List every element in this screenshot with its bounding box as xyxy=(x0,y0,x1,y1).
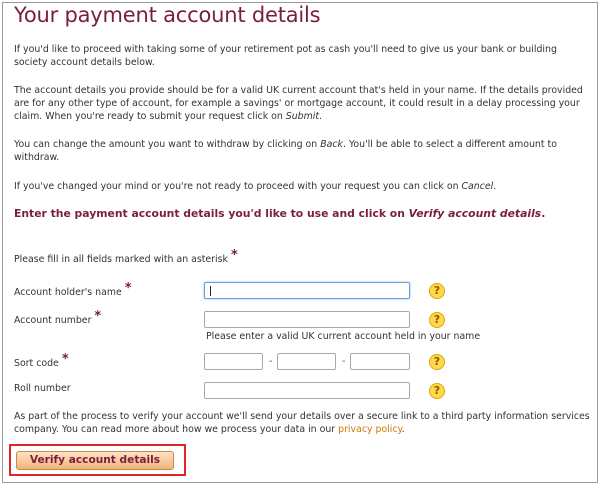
required-note-text: Please fill in all fields marked with an… xyxy=(14,254,228,265)
instruction-heading: Enter the payment account details you'd … xyxy=(14,207,545,220)
account-holder-input[interactable] xyxy=(204,282,410,299)
account-number-hint: Please enter a valid UK current account … xyxy=(206,331,481,342)
change-amount-text: You can change the amount you want to wi… xyxy=(14,138,592,164)
page-title: Your payment account details xyxy=(14,3,321,27)
submit-keyword: Submit xyxy=(285,111,320,122)
change-amount-content: You can change the amount you want to wi… xyxy=(14,139,321,150)
sort-code-input-3[interactable] xyxy=(350,353,410,370)
sort-code-input-1[interactable] xyxy=(204,353,263,370)
account-info-end: . xyxy=(319,111,323,122)
roll-number-input[interactable] xyxy=(204,382,410,399)
sort-code-separator: - xyxy=(269,356,273,367)
privacy-policy-link[interactable]: privacy policy xyxy=(338,424,402,435)
roll-number-help-icon[interactable]: ? xyxy=(429,383,445,399)
text-caret xyxy=(210,286,211,296)
asterisk-icon: * xyxy=(124,281,132,296)
sort-code-label: Sort code * xyxy=(14,352,69,370)
account-info-text: The account details you provide should b… xyxy=(14,84,592,123)
changed-mind-content: If you've changed your mind or you're no… xyxy=(14,181,462,192)
sort-code-input-2[interactable] xyxy=(277,353,336,370)
sort-code-separator: - xyxy=(342,356,346,367)
required-fields-note: Please fill in all fields marked with an… xyxy=(14,248,238,266)
privacy-text-content: As part of the process to verify your ac… xyxy=(14,411,590,435)
privacy-text: As part of the process to verify your ac… xyxy=(14,410,592,436)
intro-text: If you'd like to proceed with taking som… xyxy=(14,43,592,69)
asterisk-icon: * xyxy=(61,352,69,367)
verify-account-details-button[interactable]: Verify account details xyxy=(16,451,174,470)
changed-mind-end: . xyxy=(493,181,497,192)
roll-number-label: Roll number xyxy=(14,383,71,394)
asterisk-icon: * xyxy=(94,309,102,324)
sort-code-label-text: Sort code xyxy=(14,358,59,369)
account-holder-label: Account holder's name * xyxy=(14,281,132,299)
account-holder-help-icon[interactable]: ? xyxy=(429,283,445,299)
instruction-content: Enter the payment account details you'd … xyxy=(14,207,409,220)
instruction-end: . xyxy=(541,207,546,220)
account-number-input[interactable] xyxy=(204,311,410,328)
account-number-help-icon[interactable]: ? xyxy=(429,312,445,328)
account-number-label: Account number * xyxy=(14,309,102,327)
cancel-keyword: Cancel xyxy=(461,181,494,192)
back-keyword: Back xyxy=(320,139,343,150)
intro-text-content: If you'd like to proceed with taking som… xyxy=(14,44,557,68)
privacy-text-end: . xyxy=(401,424,405,435)
verify-keyword: Verify account details xyxy=(408,207,542,220)
account-holder-label-text: Account holder's name xyxy=(14,287,122,298)
changed-mind-text: If you've changed your mind or you're no… xyxy=(14,180,592,193)
account-number-label-text: Account number xyxy=(14,315,92,326)
sort-code-help-icon[interactable]: ? xyxy=(429,354,445,370)
asterisk-icon: * xyxy=(230,248,238,263)
